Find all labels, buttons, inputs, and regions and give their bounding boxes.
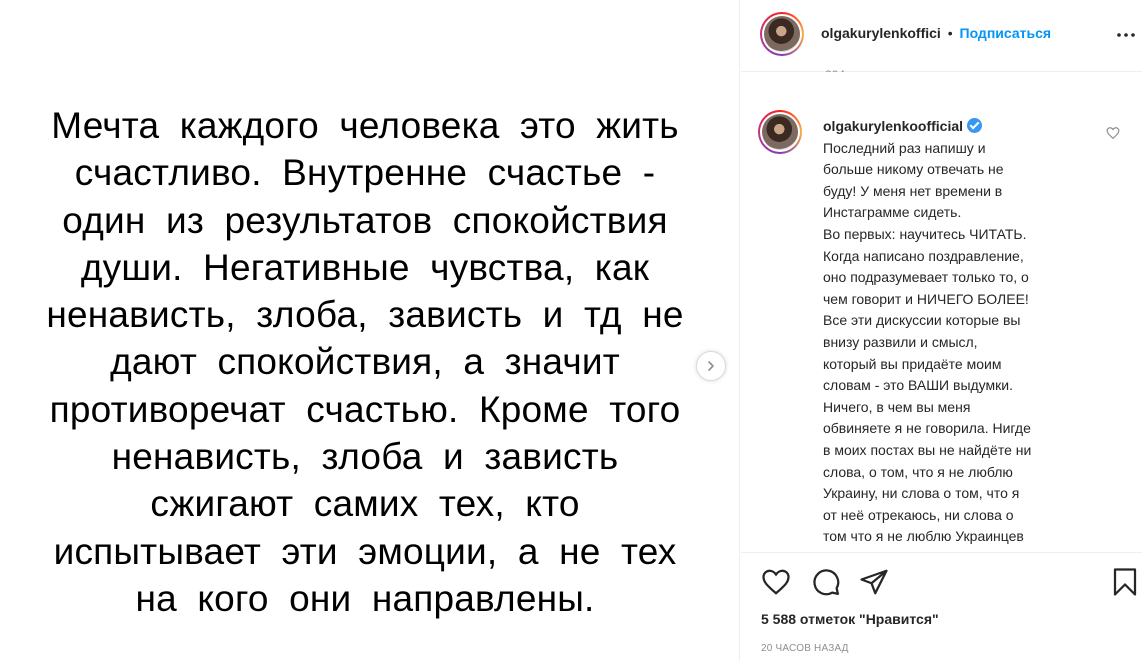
post-text-line: Мечта каждого человека это жить <box>51 105 679 146</box>
post-text-line: сжигают самих тех, кто <box>150 483 580 525</box>
post-text-line: противоречат счастью. Кроме того <box>49 388 681 430</box>
separator-dot: • <box>947 25 953 41</box>
follow-button[interactable]: Подписаться <box>960 25 1052 41</box>
post-text-line: ненависть, злоба, зависть и тд не <box>46 294 684 336</box>
post-text-line: один из результатов спокойствия <box>62 199 668 241</box>
next-slide-button[interactable] <box>696 351 726 381</box>
post-text-line: на кого они направлены. <box>135 577 595 619</box>
post-text-line: души. Негативные чувства, как <box>80 246 650 288</box>
post-actions: 5 588 отметок "Нравится" 20 ЧАСОВ НАЗАД <box>741 552 1142 661</box>
chevron-right-icon <box>708 361 714 371</box>
caption: olgakurylenkoofficial Последний раз напи… <box>823 116 1093 548</box>
post-header: olgakurylenkoffici • Подписаться 204 <box>741 0 1142 72</box>
heart-icon[interactable] <box>761 567 791 597</box>
post-text-line: ненависть, злоба и зависть <box>111 436 619 478</box>
comment-icon[interactable] <box>811 567 841 597</box>
header-row: olgakurylenkoffici • Подписаться <box>821 25 1051 41</box>
verified-badge-icon <box>967 118 983 133</box>
heart-icon[interactable] <box>1106 126 1120 140</box>
bookmark-icon[interactable] <box>1110 567 1140 597</box>
post-text-line: испытывает эти эмоции, а не тех <box>53 530 677 572</box>
avatar[interactable] <box>758 110 802 154</box>
post-text-line: дают спокойствия, а значит <box>110 341 620 383</box>
post-image-text: Мечта каждого человека это жить счастлив… <box>0 102 730 622</box>
post-sidebar: olgakurylenkoffici • Подписаться 204 olg… <box>741 0 1142 661</box>
post-timestamp[interactable]: 20 ЧАСОВ НАЗАД <box>761 643 849 654</box>
clipped-comment-text: 204 <box>825 68 855 72</box>
username-link[interactable]: olgakurylenkoffici <box>821 25 941 41</box>
likes-count[interactable]: 5 588 отметок "Нравится" <box>761 611 939 627</box>
paper-plane-icon[interactable] <box>859 567 889 597</box>
caption-area: olgakurylenkoofficial Последний раз напи… <box>741 108 1142 552</box>
more-dots-icon[interactable] <box>1116 30 1136 40</box>
caption-username-link[interactable]: olgakurylenkoofficial <box>823 118 963 134</box>
avatar[interactable] <box>760 12 804 56</box>
post-text-line: счастливо. Внутренне счастье - <box>74 152 656 194</box>
post-image[interactable]: Мечта каждого человека это жить счастлив… <box>0 0 740 661</box>
caption-text: Последний раз напишу и больше никому отв… <box>823 139 1032 545</box>
